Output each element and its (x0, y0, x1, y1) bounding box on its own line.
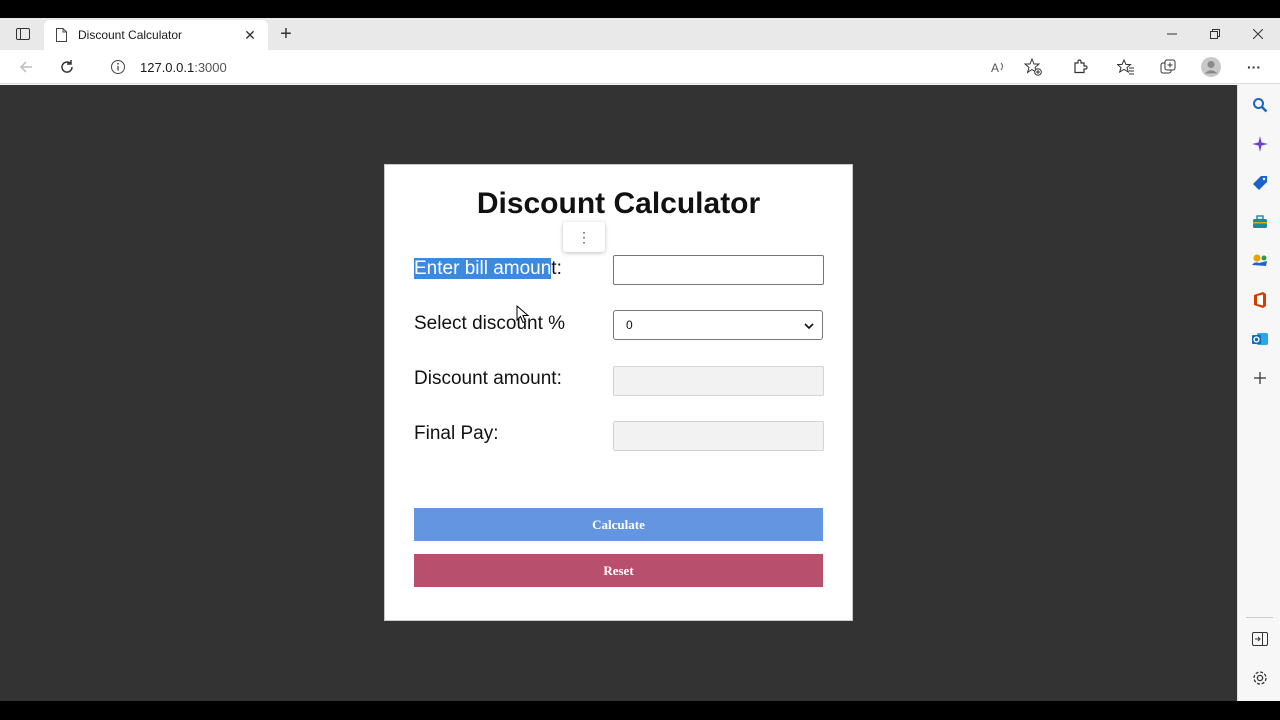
minimize-icon[interactable] (1150, 18, 1194, 50)
tab-actions-icon[interactable] (10, 24, 36, 44)
games-icon[interactable] (1250, 251, 1270, 271)
active-tab[interactable]: Discount Calculator ✕ (44, 20, 268, 50)
tab-strip: Discount Calculator ✕ + (0, 18, 1280, 50)
discount-amount-label: Discount amount: (414, 368, 562, 389)
discount-percent-label: Select discount % (414, 313, 566, 334)
tab-title: Discount Calculator (78, 28, 183, 42)
chevron-down-icon (804, 318, 814, 332)
discount-selected-value: 0 (626, 318, 633, 332)
calculate-button[interactable]: Calculate (414, 508, 823, 541)
url-text[interactable]: 127.0.0.1:3000 (140, 60, 227, 75)
page-content: Discount Calculator ⋮ Enter bill amount:… (0, 85, 1237, 701)
mouse-cursor-icon (516, 304, 530, 325)
discount-amount-field (613, 366, 824, 396)
discount-percent-select[interactable]: 0 (613, 310, 823, 340)
tools-icon[interactable] (1250, 212, 1270, 232)
collections-icon[interactable] (1156, 55, 1180, 79)
close-window-icon[interactable] (1236, 18, 1280, 50)
screen: Discount Calculator ✕ + 127.0.0.1:3000 A (0, 0, 1280, 720)
svg-text:A: A (991, 61, 999, 74)
add-favorite-icon[interactable] (1021, 55, 1045, 79)
page-title: Discount Calculator (476, 187, 761, 220)
copilot-icon[interactable] (1250, 134, 1270, 154)
back-icon[interactable] (14, 55, 38, 79)
split-screen-icon[interactable] (1250, 629, 1270, 649)
final-pay-label: Final Pay: (414, 423, 499, 444)
page-icon (54, 27, 68, 43)
new-tab-button[interactable]: + (276, 24, 296, 44)
search-icon[interactable] (1250, 95, 1270, 115)
browser-toolbar: 127.0.0.1:3000 A ··· (0, 50, 1280, 84)
refresh-icon[interactable] (55, 55, 79, 79)
selected-text: Enter bill amoun (414, 258, 552, 279)
add-icon[interactable] (1250, 368, 1270, 388)
reset-button[interactable]: Reset (414, 554, 823, 587)
office-icon[interactable] (1250, 290, 1270, 310)
final-pay-field (613, 421, 824, 451)
browser-window: Discount Calculator ✕ + 127.0.0.1:3000 A (0, 18, 1280, 701)
shopping-icon[interactable] (1250, 173, 1270, 193)
address-bar[interactable]: 127.0.0.1:3000 (96, 53, 1052, 81)
info-icon[interactable] (110, 59, 126, 75)
sidebar-divider (1246, 617, 1273, 618)
profile-icon[interactable] (1199, 55, 1223, 79)
more-options-icon[interactable]: ··· (1242, 55, 1266, 79)
close-tab-icon[interactable]: ✕ (242, 27, 258, 43)
read-aloud-icon[interactable]: A (987, 55, 1011, 79)
bill-amount-input[interactable] (613, 255, 824, 285)
settings-icon[interactable] (1250, 668, 1270, 688)
outlook-icon[interactable] (1250, 329, 1270, 349)
selection-menu-icon[interactable]: ⋮ (563, 222, 605, 252)
calculator-card: Discount Calculator ⋮ Enter bill amount:… (384, 164, 853, 621)
favorites-icon[interactable] (1114, 55, 1138, 79)
bill-amount-label: Enter bill amount: (414, 258, 562, 279)
extensions-icon[interactable] (1068, 55, 1092, 79)
restore-icon[interactable] (1193, 18, 1237, 50)
edge-sidebar (1237, 85, 1280, 701)
